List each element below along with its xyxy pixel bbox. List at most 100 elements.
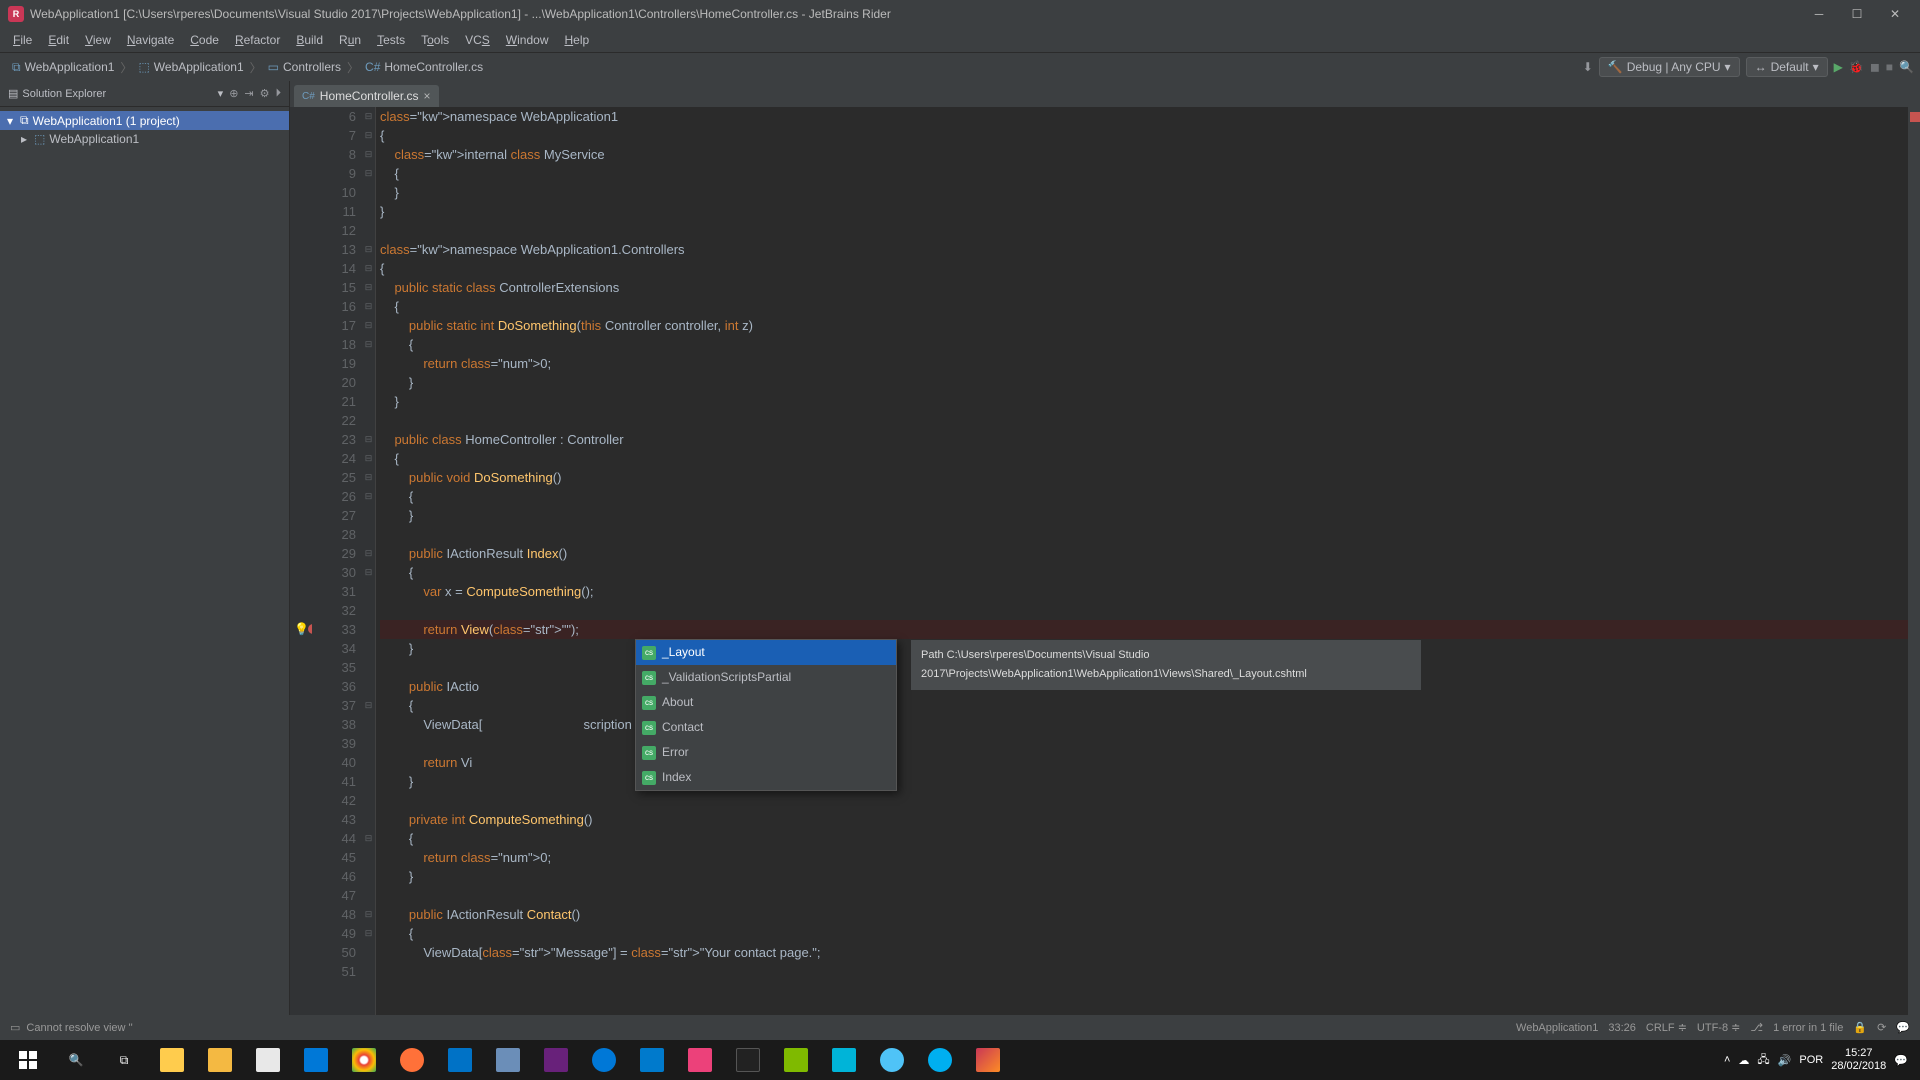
taskbar-app-3[interactable] bbox=[484, 1040, 532, 1080]
notifications-tray-icon[interactable]: 💬 bbox=[1894, 1054, 1908, 1067]
menu-refactor[interactable]: Refactor bbox=[228, 30, 287, 50]
ac-item-label: _Layout bbox=[662, 643, 705, 662]
target-icon[interactable]: ⊕ bbox=[229, 87, 238, 100]
solution-tree: ▾ ⧉ WebApplication1 (1 project) ▸ ⬚ WebA… bbox=[0, 107, 289, 1015]
autocomplete-item[interactable]: csError bbox=[636, 740, 896, 765]
code-content[interactable]: class="kw">namespace WebApplication1{ cl… bbox=[376, 107, 1920, 1015]
run-config-selector[interactable]: 🔨 Debug | Any CPU ▾ bbox=[1599, 57, 1740, 77]
minimize-button[interactable]: ─ bbox=[1810, 5, 1828, 23]
status-errors[interactable]: 1 error in 1 file bbox=[1773, 1022, 1843, 1034]
status-message: Cannot resolve view '' bbox=[26, 1022, 132, 1034]
view-icon: cs bbox=[642, 671, 656, 685]
maximize-button[interactable]: ☐ bbox=[1848, 5, 1866, 23]
firefox-icon[interactable] bbox=[388, 1040, 436, 1080]
menu-window[interactable]: Window bbox=[499, 30, 556, 50]
status-encoding[interactable]: UTF-8 ≑ bbox=[1697, 1021, 1740, 1034]
collapse-icon[interactable]: ⇥ bbox=[244, 87, 253, 100]
outlook-icon[interactable] bbox=[436, 1040, 484, 1080]
status-cursor[interactable]: 33:26 bbox=[1608, 1022, 1636, 1034]
chevron-down-icon[interactable]: ▾ bbox=[218, 87, 224, 100]
chevron-right-icon: 〉 bbox=[120, 59, 132, 76]
menu-file[interactable]: File bbox=[6, 30, 39, 50]
menu-navigate[interactable]: Navigate bbox=[120, 30, 181, 50]
gear-icon[interactable]: ⚙ bbox=[260, 87, 270, 100]
taskbar-app-6[interactable] bbox=[772, 1040, 820, 1080]
tab-home-controller[interactable]: C# HomeController.cs × bbox=[294, 85, 439, 107]
menu-help[interactable]: Help bbox=[557, 30, 596, 50]
clock-time: 15:27 bbox=[1831, 1047, 1886, 1060]
search-button[interactable]: 🔍 bbox=[1899, 60, 1914, 74]
coverage-button[interactable]: ◼ bbox=[1870, 60, 1880, 74]
autocomplete-item[interactable]: cs_Layout bbox=[636, 640, 896, 665]
solution-icon: ⧉ bbox=[12, 60, 21, 75]
expand-icon[interactable]: ▸ bbox=[18, 132, 30, 146]
taskbar-app-2[interactable] bbox=[244, 1040, 292, 1080]
dropdown-icon[interactable]: ▤ bbox=[8, 87, 18, 100]
autocomplete-popup: cs_Layoutcs_ValidationScriptsPartialcsAb… bbox=[635, 639, 897, 791]
menu-bar: File Edit View Navigate Code Refactor Bu… bbox=[0, 28, 1920, 53]
store-icon[interactable] bbox=[292, 1040, 340, 1080]
terminal-icon[interactable] bbox=[724, 1040, 772, 1080]
autocomplete-item[interactable]: csContact bbox=[636, 715, 896, 740]
menu-build[interactable]: Build bbox=[289, 30, 330, 50]
vcs-icon[interactable]: ⎇ bbox=[1750, 1021, 1763, 1034]
status-context[interactable]: WebApplication1 bbox=[1516, 1022, 1598, 1034]
search-button[interactable]: 🔍 bbox=[52, 1040, 100, 1080]
autocomplete-item[interactable]: csIndex bbox=[636, 765, 896, 790]
volume-icon[interactable]: 🔊 bbox=[1778, 1054, 1792, 1067]
menu-code[interactable]: Code bbox=[183, 30, 226, 50]
menu-tools[interactable]: Tools bbox=[414, 30, 456, 50]
rider-icon[interactable] bbox=[964, 1040, 1012, 1080]
build-icon[interactable]: ⬇ bbox=[1583, 60, 1593, 74]
stop-button[interactable]: ■ bbox=[1886, 60, 1893, 74]
bulb-icon[interactable]: 💡 bbox=[294, 620, 309, 639]
tray-chevron-icon[interactable]: ˄ bbox=[1724, 1054, 1730, 1066]
network-icon[interactable]: 🖧 bbox=[1757, 1051, 1769, 1070]
run-button[interactable]: ▶ bbox=[1834, 60, 1843, 74]
tree-project[interactable]: ▸ ⬚ WebApplication1 bbox=[0, 130, 289, 148]
menu-edit[interactable]: Edit bbox=[41, 30, 76, 50]
error-summary-icon[interactable] bbox=[1910, 112, 1920, 122]
status-icon: ▭ bbox=[10, 1021, 20, 1034]
editor-tab-bar: C# HomeController.cs × bbox=[290, 81, 1920, 107]
start-button[interactable] bbox=[4, 1040, 52, 1080]
taskbar-app-5[interactable] bbox=[676, 1040, 724, 1080]
debug-button[interactable]: 🐞 bbox=[1849, 60, 1864, 74]
chrome-icon[interactable] bbox=[340, 1040, 388, 1080]
hide-icon[interactable]: ⏵ bbox=[276, 87, 282, 100]
taskbar-app-7[interactable] bbox=[820, 1040, 868, 1080]
taskbar-app-4[interactable] bbox=[580, 1040, 628, 1080]
notifications-icon[interactable]: 💬 bbox=[1896, 1021, 1910, 1034]
file-explorer-icon[interactable] bbox=[148, 1040, 196, 1080]
configuration-selector[interactable]: ↔ Default ▾ bbox=[1746, 57, 1828, 77]
crumb-project: WebApplication1 bbox=[154, 60, 244, 74]
status-linesep[interactable]: CRLF ≑ bbox=[1646, 1021, 1687, 1034]
vscode-icon[interactable] bbox=[628, 1040, 676, 1080]
autocomplete-item[interactable]: cs_ValidationScriptsPartial bbox=[636, 665, 896, 690]
autocomplete-item[interactable]: csAbout bbox=[636, 690, 896, 715]
menu-view[interactable]: View bbox=[78, 30, 118, 50]
language-indicator[interactable]: POR bbox=[1799, 1054, 1823, 1066]
sync-icon[interactable]: ⟳ bbox=[1877, 1021, 1886, 1034]
close-button[interactable]: ✕ bbox=[1886, 5, 1904, 23]
menu-run[interactable]: Run bbox=[332, 30, 368, 50]
task-view-button[interactable]: ⧉ bbox=[100, 1040, 148, 1080]
tree-solution-root[interactable]: ▾ ⧉ WebApplication1 (1 project) bbox=[0, 111, 289, 130]
solution-icon: ⧉ bbox=[20, 113, 29, 128]
menu-tests[interactable]: Tests bbox=[370, 30, 412, 50]
expand-icon[interactable]: ▾ bbox=[4, 114, 16, 128]
onedrive-icon[interactable]: ☁ bbox=[1738, 1054, 1749, 1067]
clock[interactable]: 15:27 28/02/2018 bbox=[1831, 1047, 1886, 1073]
close-tab-icon[interactable]: × bbox=[424, 89, 431, 103]
clock-date: 28/02/2018 bbox=[1831, 1060, 1886, 1073]
breadcrumb[interactable]: ⧉ WebApplication1 〉 ⬚ WebApplication1 〉 … bbox=[6, 59, 489, 76]
lock-icon[interactable]: 🔒 bbox=[1853, 1021, 1867, 1034]
chevron-down-icon: ▾ bbox=[1725, 60, 1731, 74]
skype-icon[interactable] bbox=[916, 1040, 964, 1080]
code-editor[interactable]: 💡 67891011121314151617181920212223242526… bbox=[290, 107, 1920, 1015]
menu-vcs[interactable]: VCS bbox=[458, 30, 497, 50]
tree-project-label: WebApplication1 bbox=[49, 132, 139, 146]
taskbar-app-8[interactable] bbox=[868, 1040, 916, 1080]
visual-studio-icon[interactable] bbox=[532, 1040, 580, 1080]
taskbar-app-1[interactable] bbox=[196, 1040, 244, 1080]
